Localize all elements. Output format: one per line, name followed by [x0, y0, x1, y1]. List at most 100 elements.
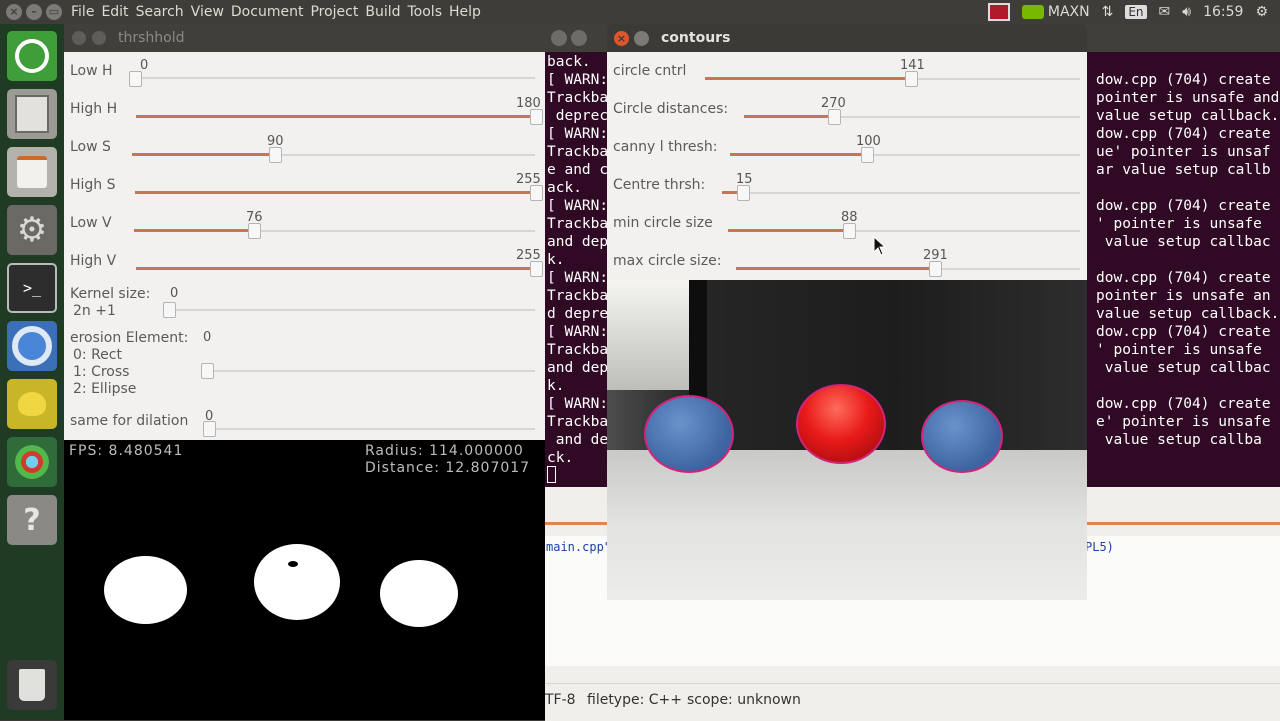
- gear-icon[interactable]: ⚙: [1255, 4, 1268, 20]
- slider-track[interactable]: [254, 230, 535, 232]
- close-icon[interactable]: [551, 30, 567, 46]
- close-icon[interactable]: ×: [614, 31, 629, 46]
- power-mode-label[interactable]: MAXN: [1048, 4, 1090, 20]
- help-icon[interactable]: ?: [7, 495, 57, 545]
- minimize-window-icon[interactable]: –: [26, 4, 42, 20]
- file-cabinet-icon[interactable]: [7, 89, 57, 139]
- contours-titlebar[interactable]: × contours: [607, 24, 1087, 52]
- blue-ball: [921, 400, 1003, 473]
- slider-thumb[interactable]: [248, 223, 261, 239]
- minimize-icon[interactable]: [92, 31, 106, 45]
- slider-thumb[interactable]: [929, 261, 942, 277]
- terminal-line: ck.: [547, 450, 574, 466]
- teapot-icon[interactable]: [7, 379, 57, 429]
- nvidia-icon[interactable]: [1021, 5, 1044, 19]
- blue-ball: [644, 395, 734, 473]
- slider-track[interactable]: [934, 268, 1080, 270]
- terminal-line: dow.cpp (704) create: [1096, 396, 1271, 412]
- slider-track[interactable]: [910, 78, 1080, 80]
- slider-label: erosion Element:: [70, 330, 189, 346]
- slider-thumb[interactable]: [269, 147, 282, 163]
- slider-track[interactable]: [743, 192, 1080, 194]
- terminal-line: [ WARN:: [547, 198, 609, 214]
- minimize-icon[interactable]: [634, 31, 649, 46]
- terminal-line: ' pointer is unsafe: [1096, 342, 1262, 358]
- slider-thumb[interactable]: [201, 363, 214, 379]
- chromium-icon[interactable]: [7, 321, 57, 371]
- close-window-icon[interactable]: ×: [6, 4, 22, 20]
- menu-edit[interactable]: Edit: [101, 0, 135, 24]
- terminal-icon[interactable]: >_: [7, 263, 57, 313]
- slider-label: Low V: [70, 215, 112, 231]
- slider-thumb[interactable]: [843, 223, 856, 239]
- mail-icon[interactable]: ✉: [1159, 4, 1171, 20]
- slider-thumb[interactable]: [530, 185, 543, 201]
- slider-thumb[interactable]: [530, 109, 543, 125]
- distance-readout: Distance: 12.807017: [365, 460, 531, 476]
- close-icon[interactable]: [72, 31, 86, 45]
- slider-track[interactable]: [867, 154, 1080, 156]
- menu-view[interactable]: View: [191, 0, 231, 24]
- shopping-bag-icon[interactable]: [7, 147, 57, 197]
- option-label: 0: Rect: [73, 347, 122, 363]
- slider-track[interactable]: [203, 370, 535, 372]
- status-encoding: TF-8: [545, 692, 576, 708]
- menu-search[interactable]: Search: [136, 0, 191, 24]
- terminal-line: back.: [547, 54, 591, 70]
- terminal-line: value setup callback.: [1096, 306, 1280, 322]
- radius-readout: Radius: 114.000000: [365, 443, 524, 459]
- slider-thumb[interactable]: [129, 71, 142, 87]
- menu-project[interactable]: Project: [310, 0, 365, 24]
- trash-icon[interactable]: [7, 660, 57, 710]
- mask-blob: [104, 556, 187, 624]
- menu-tools[interactable]: Tools: [408, 0, 450, 24]
- volume-icon[interactable]: 🔊︎: [1182, 4, 1191, 20]
- terminal-line: and dep: [547, 234, 609, 250]
- menu-file[interactable]: File: [71, 0, 101, 24]
- terminal-line: pointer is unsafe an: [1096, 288, 1271, 304]
- slider-thumb[interactable]: [203, 421, 216, 437]
- terminal-line: ar value setup callb: [1096, 162, 1271, 178]
- terminal-line: Trackba: [547, 216, 609, 232]
- slider-thumb[interactable]: [163, 302, 176, 318]
- terminal-line: value setup callba: [1096, 432, 1262, 448]
- menu-build[interactable]: Build: [365, 0, 407, 24]
- slider-track[interactable]: [849, 230, 1080, 232]
- slider-thumb[interactable]: [828, 109, 841, 125]
- slider-thumb[interactable]: [861, 147, 874, 163]
- mask-blob: [254, 544, 340, 620]
- slider-thumb[interactable]: [737, 185, 750, 201]
- menu-document[interactable]: Document: [231, 0, 311, 24]
- camera-icon[interactable]: [7, 437, 57, 487]
- settings-wrench-icon[interactable]: ⚙: [7, 205, 57, 255]
- clock[interactable]: 16:59: [1203, 4, 1243, 20]
- terminal-line: value setup callback.: [1096, 108, 1280, 124]
- ubuntu-logo-icon[interactable]: [7, 31, 57, 81]
- slider-thumb[interactable]: [530, 261, 543, 277]
- menu-help[interactable]: Help: [449, 0, 488, 24]
- contours-controls: circle cntrl 141 Circle distances: 270 c…: [607, 52, 1087, 280]
- window-title: thrshhold: [118, 30, 185, 46]
- slider-fill: [132, 153, 274, 156]
- mouse-pointer-icon: [873, 236, 887, 256]
- slider-track[interactable]: [834, 116, 1080, 118]
- terminal-line: e' pointer is unsafe: [1096, 414, 1271, 430]
- slider-track[interactable]: [205, 428, 535, 430]
- slider-track[interactable]: [168, 309, 535, 311]
- terminal-line: ' pointer is unsafe: [1096, 216, 1262, 232]
- restore-window-icon[interactable]: ▭: [46, 4, 62, 20]
- keyboard-layout-badge[interactable]: En: [1125, 5, 1147, 19]
- network-updown-icon[interactable]: ⇅: [1102, 4, 1114, 20]
- system-tray: MAXN ⇅ En ✉ 🔊︎ 16:59 ⚙: [987, 0, 1280, 24]
- status-filetype: filetype: C++: [587, 692, 682, 708]
- thrshhold-titlebar[interactable]: thrshhold: [64, 24, 545, 52]
- slider-sublabel: 2n +1: [73, 303, 116, 319]
- minimize-icon[interactable]: [571, 30, 587, 46]
- record-icon[interactable]: [987, 3, 1010, 21]
- slider-fill: [136, 115, 535, 118]
- terminal-line: dow.cpp (704) create: [1096, 270, 1271, 286]
- slider-track[interactable]: [274, 154, 535, 156]
- slider-track[interactable]: [135, 77, 535, 79]
- terminal-line: [ WARN:: [547, 396, 609, 412]
- slider-thumb[interactable]: [905, 71, 918, 87]
